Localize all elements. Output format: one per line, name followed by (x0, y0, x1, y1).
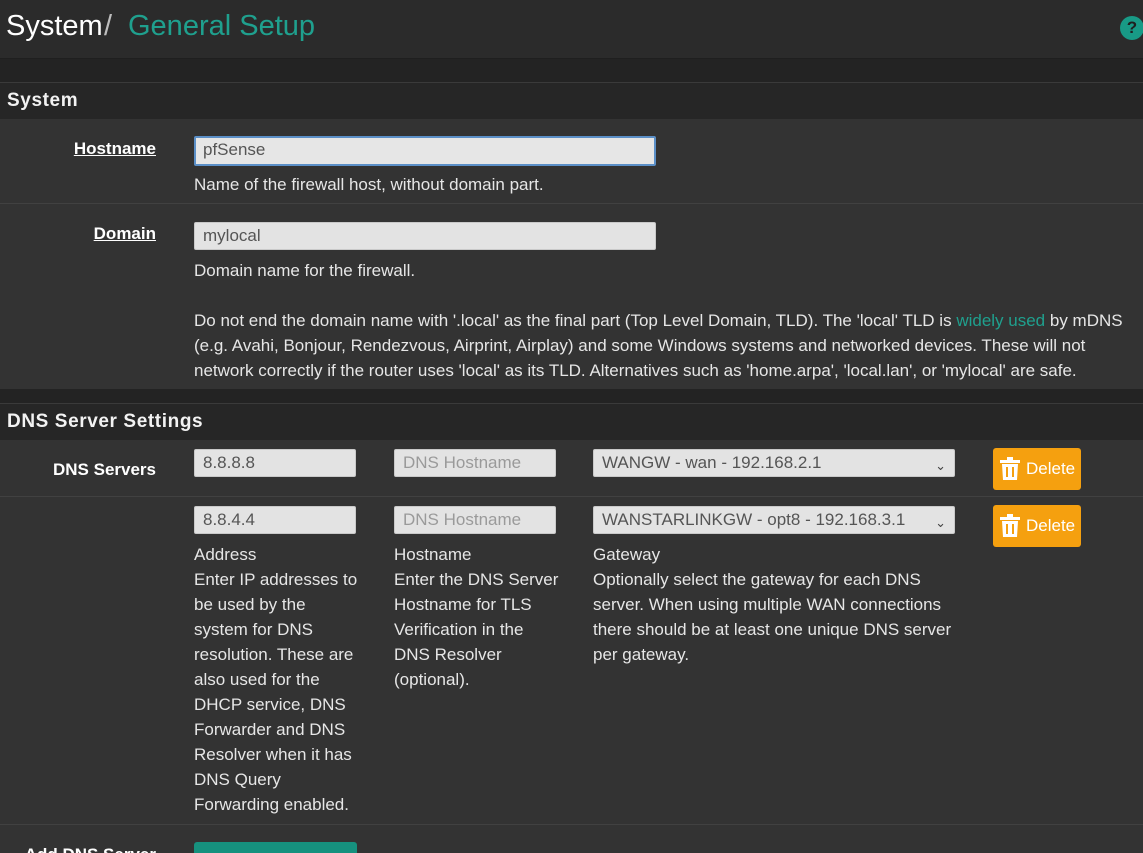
dns-address-input[interactable]: 8.8.4.4 (194, 506, 356, 534)
chevron-down-icon: ⌄ (935, 515, 946, 530)
delete-button-label: Delete (1026, 459, 1076, 478)
address-help-text: Enter IP addresses to be used by the sys… (194, 570, 358, 814)
address-help: Address Enter IP addresses to be used by… (194, 542, 360, 817)
widely-used-link[interactable]: widely used (956, 311, 1045, 330)
chevron-down-icon: ⌄ (935, 458, 946, 473)
add-dns-server-label: Add DNS Server (25, 845, 156, 853)
page-header: System / General Setup ? (0, 0, 1143, 59)
system-panel-title: System (7, 90, 79, 111)
hostname-input[interactable]: pfSense (194, 136, 656, 166)
hostname-help-text: Enter the DNS Server Hostname for TLS Ve… (394, 570, 559, 689)
dns-hostname-input[interactable]: DNS Hostname (394, 449, 556, 477)
dns-hostname-input[interactable]: DNS Hostname (394, 506, 556, 534)
address-help-title: Address (194, 545, 257, 564)
domain-label: Domain (93, 224, 156, 243)
dns-gateway-value: WANSTARLINKGW - opt8 - 192.168.3.1 (602, 510, 906, 529)
dns-server-row-2: 8.8.4.4 DNS Hostname WANSTARLINKGW - opt… (0, 497, 1143, 824)
add-dns-row: Add DNS Server (0, 825, 1143, 853)
hostname-row: Hostname pfSense Name of the firewall ho… (0, 119, 1143, 203)
gateway-help-title: Gateway (593, 545, 661, 564)
tld-warning-text-1: Do not end the domain name with '.local'… (194, 311, 957, 330)
domain-help: Domain name for the firewall. (194, 261, 416, 280)
dns-panel-title: DNS Server Settings (7, 411, 204, 432)
delete-dns-button[interactable]: Delete (993, 505, 1081, 547)
dns-address-input[interactable]: 8.8.8.8 (194, 449, 356, 477)
delete-dns-button[interactable]: Delete (993, 448, 1081, 490)
dns-server-row-1: DNS Servers 8.8.8.8 DNS Hostname WANGW -… (0, 440, 1143, 496)
add-dns-server-button[interactable] (194, 842, 357, 853)
dns-gateway-select[interactable]: WANSTARLINKGW - opt8 - 192.168.3.1 ⌄ (593, 506, 955, 534)
hostname-help: Hostname Enter the DNS Server Hostname f… (394, 542, 562, 692)
hostname-help-title: Hostname (394, 545, 472, 564)
domain-tld-warning: Do not end the domain name with '.local'… (194, 308, 1140, 383)
domain-input[interactable]: mylocal (194, 222, 656, 250)
trash-icon (1000, 457, 1020, 480)
trash-icon (1000, 514, 1020, 537)
dns-panel-heading: DNS Server Settings (0, 403, 1143, 441)
system-panel-heading: System (0, 82, 1143, 120)
delete-button-label: Delete (1026, 516, 1076, 535)
dns-gateway-select[interactable]: WANGW - wan - 192.168.2.1 ⌄ (593, 449, 955, 477)
gateway-help: Gateway Optionally select the gateway fo… (593, 542, 955, 667)
header-spacer (0, 59, 1143, 82)
domain-row: Domain mylocal Domain name for the firew… (0, 204, 1143, 389)
hostname-label: Hostname (73, 139, 156, 158)
gateway-help-text: Optionally select the gateway for each D… (593, 570, 952, 664)
breadcrumb-current[interactable]: General Setup (128, 10, 315, 43)
breadcrumb-separator: / (104, 10, 113, 42)
hostname-help: Name of the firewall host, without domai… (194, 175, 544, 194)
help-circle-icon[interactable]: ? (1120, 16, 1143, 40)
dns-servers-label: DNS Servers (52, 460, 156, 479)
panel-spacer (0, 389, 1143, 403)
dns-gateway-value: WANGW - wan - 192.168.2.1 (602, 453, 822, 472)
general-setup-page: System / General Setup ? System Hostname… (0, 0, 1143, 853)
breadcrumb-root[interactable]: System (6, 10, 103, 43)
